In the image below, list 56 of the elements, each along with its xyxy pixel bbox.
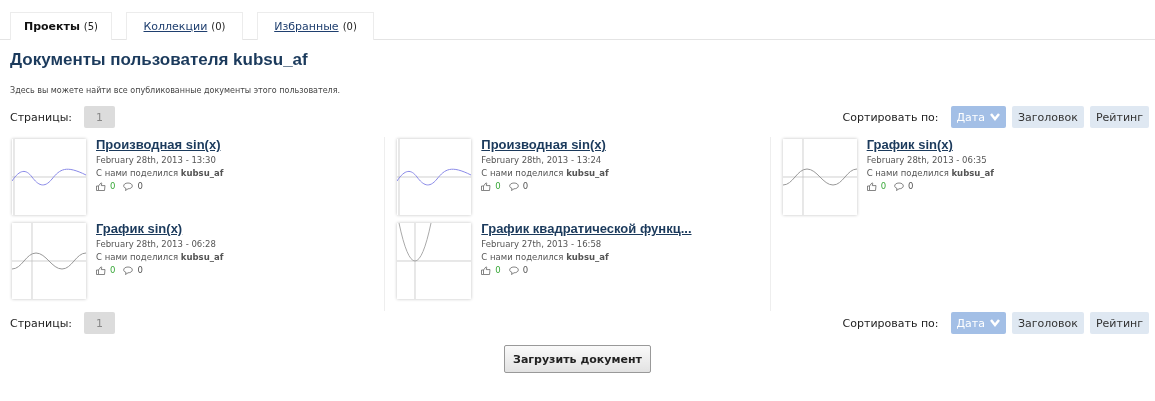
graph-thumbnail[interactable] [12, 223, 86, 299]
thumbs-up-icon [481, 181, 492, 191]
sort-button[interactable]: Заголовок [1012, 106, 1084, 128]
graph-thumbnail[interactable] [12, 139, 86, 215]
page-description: Здесь вы можете найти все опубликованные документы этого пользователя. [10, 86, 342, 95]
document-title-link[interactable]: Производная sin(x) [96, 137, 224, 152]
comment-icon [508, 265, 519, 275]
shared-by-text: С нами поделился kubsu_af [481, 252, 610, 262]
document-date: February 27th, 2013 - 16:58 [481, 239, 603, 249]
thumbs-up-icon [866, 181, 877, 191]
like-count: 0 [495, 181, 501, 191]
shared-by-text: С нами поделился kubsu_af [96, 168, 224, 178]
document-date: February 28th, 2013 - 13:30 [96, 155, 217, 165]
thumbs-up-icon [96, 181, 106, 191]
shared-by-text: С нами поделился kubsu_af [96, 252, 224, 262]
shared-by-text: С нами поделился kubsu_af [866, 168, 995, 178]
document-date: February 28th, 2013 - 13:24 [481, 155, 603, 165]
upload-document-button[interactable]: Загрузить документ [504, 345, 651, 373]
comment-icon [123, 265, 134, 275]
comment-count: 0 [522, 181, 529, 191]
chevron-down-icon [990, 113, 1000, 121]
comment-count: 0 [137, 181, 143, 191]
like-count: 0 [495, 265, 501, 275]
graph-thumbnail[interactable] [397, 139, 472, 215]
like-count: 0 [880, 181, 887, 191]
comment-count: 0 [908, 181, 914, 191]
comment-count: 0 [522, 265, 529, 275]
page-title: Документы пользователя kubsu_af [10, 50, 309, 70]
document-title-link[interactable]: График квадратической функц... [481, 221, 692, 236]
thumbs-up-icon [481, 265, 492, 275]
sort-label: Сортировать по: [842, 316, 939, 330]
document-date: February 28th, 2013 - 06:35 [866, 155, 988, 165]
graph-thumbnail[interactable] [397, 223, 472, 299]
sort-button[interactable]: Заголовок [1012, 312, 1084, 334]
comment-icon [508, 181, 519, 191]
comment-icon [894, 181, 905, 191]
comment-icon [123, 181, 134, 191]
sort-button[interactable]: Рейтинг [1089, 106, 1149, 128]
document-title-link[interactable]: Производная sin(x) [481, 137, 609, 152]
graph-thumbnail[interactable] [782, 139, 857, 215]
thumbs-up-icon [96, 265, 106, 275]
shared-by-text: С нами поделился kubsu_af [481, 168, 609, 178]
pages-label: Страницы: [10, 110, 73, 124]
tab[interactable]: Проекты (5) [10, 12, 112, 40]
like-count: 0 [110, 265, 116, 275]
comment-count: 0 [137, 265, 143, 275]
like-count: 0 [110, 181, 116, 191]
sort-label: Сортировать по: [842, 110, 939, 124]
pages-label: Страницы: [10, 316, 73, 330]
sort-button[interactable]: Рейтинг [1089, 312, 1149, 334]
chevron-down-icon [990, 319, 1000, 327]
document-title-link[interactable]: График sin(x) [866, 137, 995, 152]
tab[interactable]: Избранные (0) [257, 12, 374, 40]
document-date: February 28th, 2013 - 06:28 [96, 239, 217, 249]
tab[interactable]: Коллекции (0) [126, 12, 243, 40]
document-title-link[interactable]: График sin(x) [96, 221, 224, 236]
